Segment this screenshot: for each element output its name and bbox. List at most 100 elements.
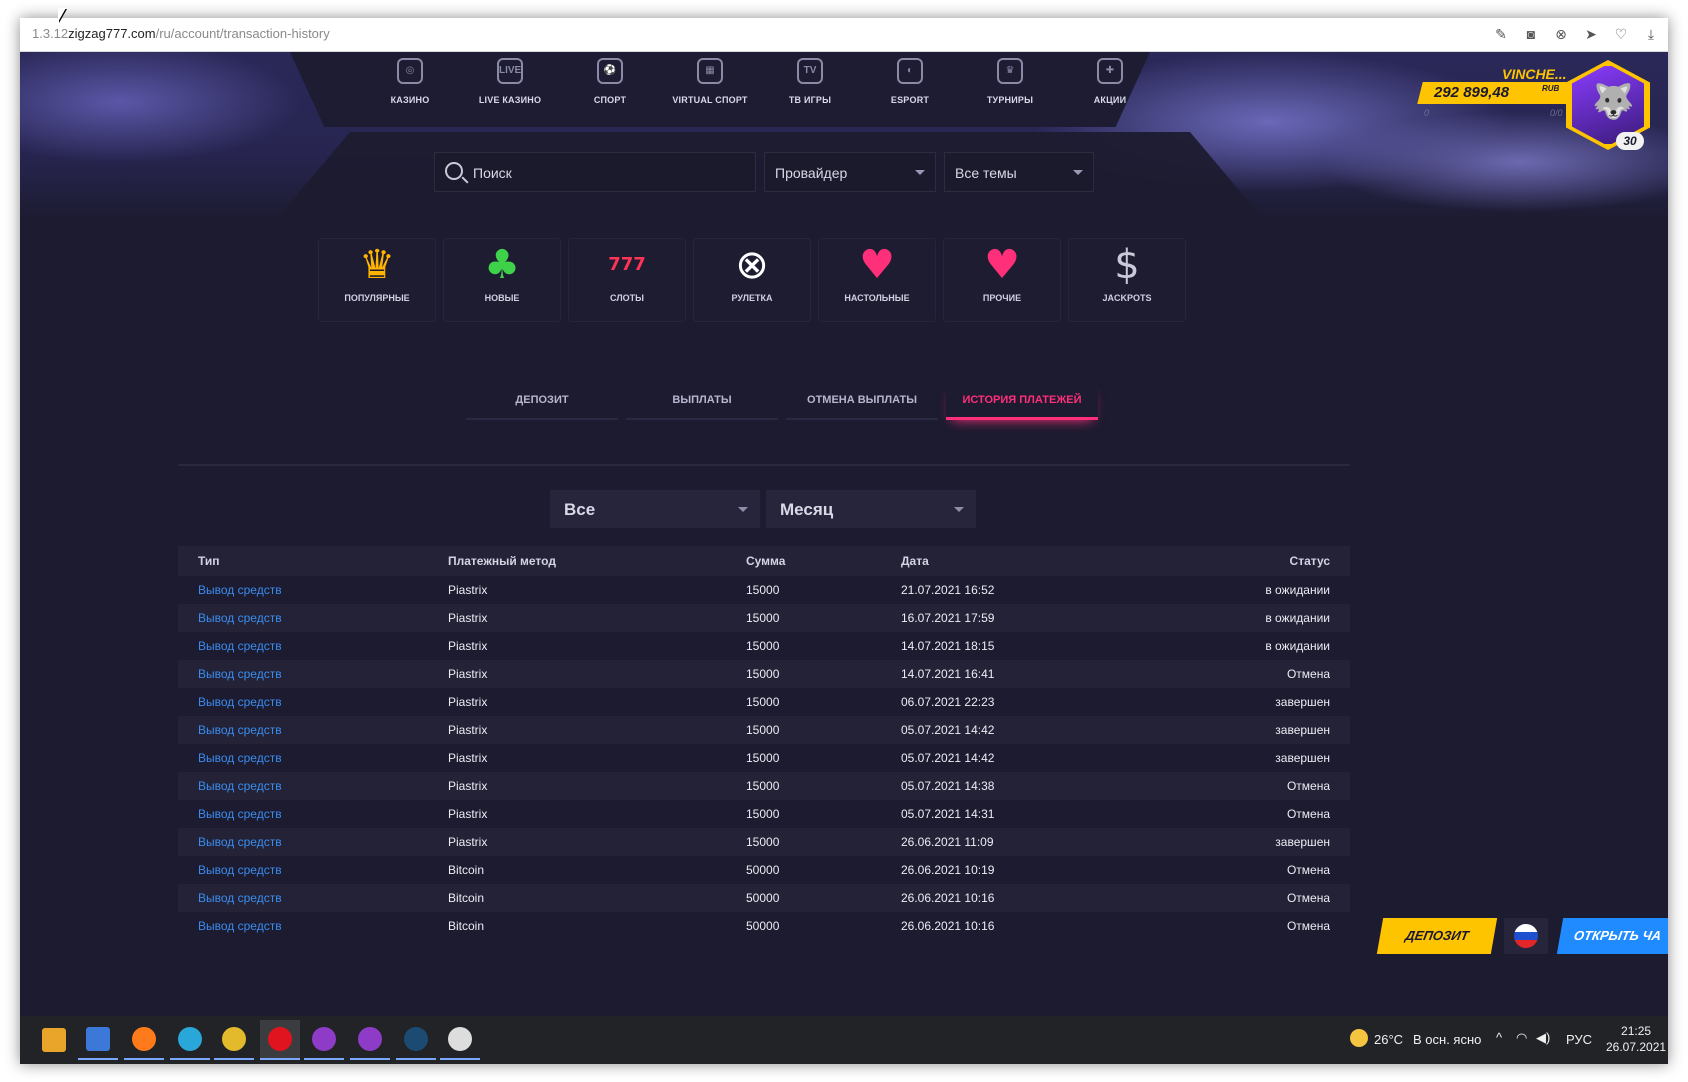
transaction-type-link[interactable]: Вывод средств <box>198 583 282 597</box>
nav-item-4[interactable]: TV ТВ ИГРЫ <box>760 56 860 116</box>
tab-2[interactable]: ОТМЕНА ВЫПЛАТЫ <box>786 382 938 420</box>
nav-item-6[interactable]: ♛ ТУРНИРЫ <box>960 56 1060 116</box>
camera-icon[interactable]: ◙ <box>1522 24 1540 44</box>
cell-amount: 50000 <box>726 856 881 884</box>
transaction-type-link[interactable]: Вывод средств <box>198 863 282 877</box>
username: VINCHE... <box>1502 66 1567 82</box>
transaction-type-link[interactable]: Вывод средств <box>198 695 282 709</box>
period-filter-dropdown[interactable]: Месяц <box>766 490 976 528</box>
tab-0[interactable]: ДЕПОЗИТ <box>466 382 618 420</box>
provider-dropdown[interactable]: Провайдер <box>764 152 936 192</box>
transaction-type-link[interactable]: Вывод средств <box>198 891 282 905</box>
search-placeholder: Поиск <box>473 165 512 181</box>
taskbar-app-4[interactable] <box>214 1020 254 1060</box>
transaction-type-link[interactable]: Вывод средств <box>198 667 282 681</box>
weather-desc[interactable]: В осн. ясно <box>1413 1032 1481 1047</box>
user-panel[interactable]: VINCHE... 292 899,48 RUB 0 0/0 🐺 30 <box>1417 58 1668 168</box>
open-chat-button[interactable]: ОТКРЫТЬ ЧА <box>1556 918 1668 954</box>
cell-method: Piastrix <box>428 660 726 688</box>
nav-item-0[interactable]: ◎ КАЗИНО <box>360 56 460 116</box>
nav-item-1[interactable]: LIVE LIVE КАЗИНО <box>460 56 560 116</box>
network-icon[interactable]: ◠ <box>1516 1030 1527 1046</box>
chevron-up-icon[interactable]: ^ <box>1496 1030 1502 1045</box>
cell-type: Вывод средств <box>178 828 428 856</box>
category-6[interactable]: $ JACKPOTS <box>1068 238 1186 322</box>
tor-alt-icon <box>358 1027 382 1051</box>
transaction-type-link[interactable]: Вывод средств <box>198 723 282 737</box>
taskbar-app-9[interactable] <box>440 1020 480 1060</box>
nav-item-label: ESPORT <box>890 95 930 105</box>
weather-temp[interactable]: 26°C <box>1374 1032 1403 1047</box>
cell-date: 21.07.2021 16:52 <box>881 576 1181 604</box>
category-1[interactable]: ♣ НОВЫЕ <box>443 238 561 322</box>
cell-method: Piastrix <box>428 576 726 604</box>
transaction-type-link[interactable]: Вывод средств <box>198 751 282 765</box>
transaction-type-link[interactable]: Вывод средств <box>198 919 282 933</box>
category-4[interactable]: ♥ НАСТОЛЬНЫЕ <box>818 238 936 322</box>
gamepad-icon: ◐ <box>897 58 923 84</box>
cell-amount: 15000 <box>726 800 881 828</box>
transaction-type-link[interactable]: Вывод средств <box>198 835 282 849</box>
download-icon[interactable]: ⤓ <box>1642 24 1660 44</box>
cell-status: Отмена <box>1181 660 1350 688</box>
taskbar-app-0[interactable] <box>34 1020 74 1060</box>
nav-item-2[interactable]: ⚽ СПОРТ <box>560 56 660 116</box>
taskbar-app-5[interactable] <box>260 1020 300 1060</box>
taskbar-app-2[interactable] <box>124 1020 164 1060</box>
nav-item-3[interactable]: ▦ VIRTUAL СПОРТ <box>660 56 760 116</box>
input-language[interactable]: РУС <box>1566 1032 1592 1047</box>
search-box[interactable]: Поиск <box>434 152 756 192</box>
address-bar[interactable]: 1.3.12zigzag777.com/ru/account/transacti… <box>20 18 1668 52</box>
cell-date: 26.06.2021 10:19 <box>881 856 1181 884</box>
nav-item-7[interactable]: ✚ АКЦИИ <box>1060 56 1160 116</box>
transactions-body: Вывод средств Piastrix 15000 21.07.2021 16:… <box>178 576 1350 940</box>
cell-method: Bitcoin <box>428 884 726 912</box>
cell-method: Bitcoin <box>428 856 726 884</box>
send-icon[interactable]: ➤ <box>1582 24 1600 44</box>
nav-item-label: АКЦИИ <box>1093 95 1127 105</box>
transaction-type-link[interactable]: Вывод средств <box>198 611 282 625</box>
edit-icon[interactable]: ✎ <box>1492 24 1510 44</box>
clock[interactable]: 21:25 26.07.2021 <box>1606 1023 1666 1055</box>
tab-3[interactable]: ИСТОРИЯ ПЛАТЕЖЕЙ <box>946 382 1098 420</box>
cherries-icon: ♥ <box>984 242 1020 288</box>
heart-icon[interactable]: ♡ <box>1612 24 1630 44</box>
header-date: Дата <box>881 546 1181 576</box>
language-button[interactable] <box>1504 918 1548 954</box>
weather-moon-icon[interactable] <box>1350 1029 1368 1047</box>
tab-1[interactable]: ВЫПЛАТЫ <box>626 382 778 420</box>
block-icon[interactable]: ⊗ <box>1552 24 1570 44</box>
category-label: ПОПУЛЯРНЫЕ <box>344 293 410 303</box>
taskbar-app-6[interactable] <box>304 1020 344 1060</box>
transaction-type-link[interactable]: Вывод средств <box>198 779 282 793</box>
cell-status: Отмена <box>1181 856 1350 884</box>
cell-method: Piastrix <box>428 828 726 856</box>
cell-status: Отмена <box>1181 884 1350 912</box>
taskbar-app-1[interactable] <box>78 1020 118 1060</box>
taskbar-app-8[interactable] <box>396 1020 436 1060</box>
taskbar-app-7[interactable] <box>350 1020 390 1060</box>
category-5[interactable]: ♥ ПРОЧИЕ <box>943 238 1061 322</box>
type-filter-dropdown[interactable]: Все <box>550 490 760 528</box>
category-2[interactable]: 777 СЛОТЫ <box>568 238 686 322</box>
taskbar-app-3[interactable] <box>170 1020 210 1060</box>
transaction-type-link[interactable]: Вывод средств <box>198 639 282 653</box>
themes-dropdown[interactable]: Все темы <box>944 152 1094 192</box>
table-row: Вывод средств Piastrix 15000 14.07.2021 16:… <box>178 660 1350 688</box>
cell-method: Bitcoin <box>428 912 726 940</box>
transaction-type-link[interactable]: Вывод средств <box>198 807 282 821</box>
cell-method: Piastrix <box>428 800 726 828</box>
nav-item-5[interactable]: ◐ ESPORT <box>860 56 960 116</box>
cell-type: Вывод средств <box>178 856 428 884</box>
volume-icon[interactable]: ◀) <box>1536 1030 1550 1046</box>
wolf-avatar-icon: 🐺 <box>1592 82 1635 122</box>
url-field[interactable]: 1.3.12zigzag777.com/ru/account/transacti… <box>32 26 330 41</box>
deposit-button[interactable]: ДЕПОЗИТ <box>1376 918 1498 954</box>
clock-date: 26.07.2021 <box>1606 1040 1667 1054</box>
category-3[interactable]: ⊗ РУЛЕТКА <box>693 238 811 322</box>
category-label: РУЛЕТКА <box>731 293 773 303</box>
url-path: /ru/account/transaction-history <box>155 26 330 41</box>
category-0[interactable]: ♛ ПОПУЛЯРНЫЕ <box>318 238 436 322</box>
table-row: Вывод средств Bitcoin 50000 26.06.2021 10:1… <box>178 884 1350 912</box>
tv-icon: TV <box>797 58 823 84</box>
